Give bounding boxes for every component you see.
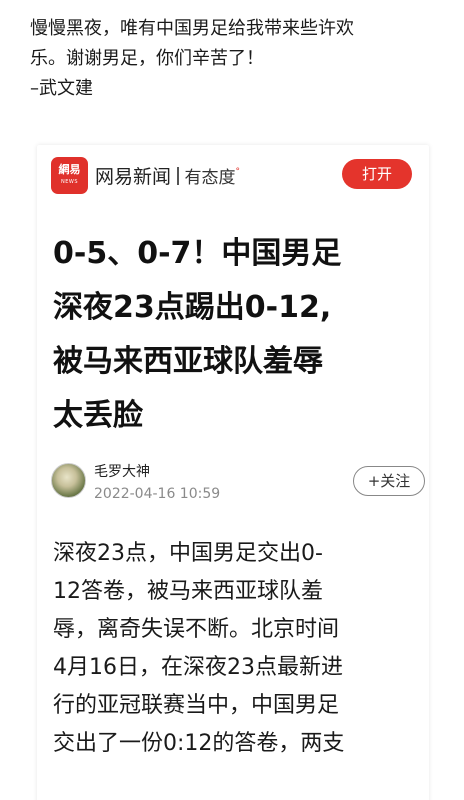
avatar[interactable] <box>51 463 86 498</box>
post-signature: –武文建 <box>30 78 93 99</box>
brand-title: 网易新闻 有态度° <box>95 162 240 189</box>
body-line: 行的亚冠联赛当中，中国男足 <box>53 693 340 718</box>
publish-date: 2022-04-16 10:59 <box>94 486 221 502</box>
headline-line: 深夜23点踢出0-12, <box>53 290 332 325</box>
logo-subtext: NEWS <box>60 178 79 185</box>
logo-text: 網易 <box>58 162 81 176</box>
brand-slogan: 有态度 <box>184 167 236 188</box>
body-line: 4月16日，在深夜23点最新进 <box>53 655 343 680</box>
author-name[interactable]: 毛罗大神 <box>94 463 150 481</box>
brand-divider <box>177 166 179 185</box>
app-header: 網易 NEWS 网易新闻 有态度° 打开 <box>37 145 429 205</box>
open-app-button[interactable]: 打开 <box>342 159 412 189</box>
body-line: 深夜23点，中国男足交出0- <box>53 541 323 566</box>
follow-button[interactable]: +关注 <box>353 466 425 496</box>
brand-degree: ° <box>235 166 241 177</box>
headline-line: 0-5、0-7！中国男足 <box>53 236 342 271</box>
brand-name: 网易新闻 <box>95 165 172 188</box>
headline-line: 太丢脸 <box>53 398 143 433</box>
body-line: 12答卷，被马来西亚球队羞 <box>53 579 323 604</box>
post-text: 慢慢黑夜，唯有中国男足给我带来些许欢 乐。谢谢男足，你们辛苦了！ –武文建 <box>30 14 450 104</box>
article-body: 深夜23点，中国男足交出0- 12答卷，被马来西亚球队羞 辱，离奇失误不断。北京… <box>53 535 423 763</box>
article-screenshot-card: 網易 NEWS 网易新闻 有态度° 打开 0-5、0-7！中国男足 深夜23点踢出… <box>37 145 429 800</box>
post-line: 乐。谢谢男足，你们辛苦了！ <box>30 48 264 69</box>
author-row: 毛罗大神 2022-04-16 10:59 +关注 <box>51 463 425 507</box>
headline-line: 被马来西亚球队羞辱 <box>53 344 323 379</box>
body-line: 交出了一份0:12的答卷，两支 <box>53 731 345 756</box>
netease-logo-icon: 網易 NEWS <box>51 156 88 194</box>
article-headline: 0-5、0-7！中国男足 深夜23点踢出0-12, 被马来西亚球队羞辱 太丢脸 <box>53 227 421 443</box>
post-line: 慢慢黑夜，唯有中国男足给我带来些许欢 <box>30 18 354 39</box>
body-line: 辱，离奇失误不断。北京时间 <box>53 617 340 642</box>
